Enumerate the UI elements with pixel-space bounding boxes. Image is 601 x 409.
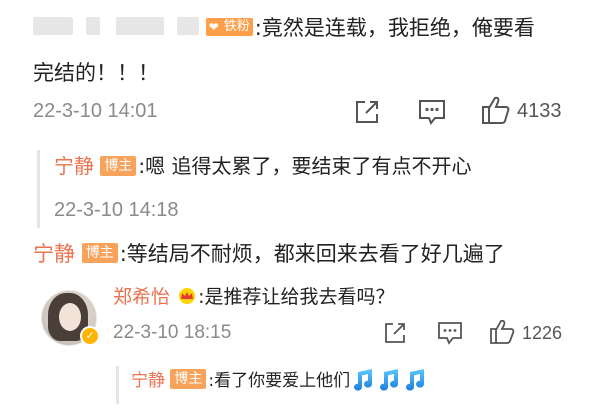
share-icon[interactable] bbox=[382, 320, 408, 346]
reply-author[interactable]: 宁静 bbox=[33, 242, 75, 266]
blogger-badge: 博主 bbox=[170, 369, 207, 389]
reply-2: 宁静 博主:等结局不耐烦，都来回来去看了好几遍了 bbox=[33, 238, 505, 270]
reply-quote-bar bbox=[37, 150, 40, 228]
subcomment-text: :是推荐让给我去看吗？ bbox=[198, 286, 395, 308]
music-note-icon bbox=[406, 369, 425, 391]
reply-text: :等结局不耐烦，都来回来去看了好几遍了 bbox=[119, 242, 505, 266]
share-icon[interactable] bbox=[352, 97, 382, 127]
reply-1-timestamp: 22-3-10 14:18 bbox=[54, 199, 179, 221]
blurred-username[interactable] bbox=[33, 16, 206, 40]
subcomment-timestamp: 22-3-10 18:15 bbox=[113, 322, 232, 343]
comment-timestamp: 22-3-10 14:01 bbox=[33, 100, 158, 122]
subcomment-like-count: 1226 bbox=[522, 323, 563, 343]
comment-text: :竟然是连载，我拒绝，俺要看 bbox=[254, 16, 535, 40]
reply-1: 宁静 博主:嗯 追得太累了，要结束了有点不开心 bbox=[54, 150, 471, 182]
crown-icon bbox=[179, 287, 196, 304]
reply-text: :嗯 追得太累了，要结束了有点不开心 bbox=[138, 154, 472, 178]
subcomment-author[interactable]: 郑希怡 bbox=[113, 286, 170, 308]
like-icon[interactable] bbox=[480, 94, 510, 126]
subreply-text: :看了你要爱上他们 bbox=[208, 371, 351, 391]
verified-icon: ✓ bbox=[80, 326, 100, 346]
blogger-badge: 博主 bbox=[100, 155, 137, 176]
blogger-badge: 博主 bbox=[81, 243, 118, 263]
like-icon[interactable] bbox=[489, 318, 515, 346]
fan-badge: ❤ 铁粉 bbox=[205, 18, 253, 36]
comment-icon[interactable] bbox=[417, 98, 447, 126]
subreply-author[interactable]: 宁静 bbox=[131, 371, 165, 391]
comment-icon[interactable] bbox=[437, 321, 463, 345]
subreply-quote-bar bbox=[116, 366, 119, 404]
comment-line-2: 完结的！！！ bbox=[33, 61, 159, 85]
music-emoji-group bbox=[350, 369, 428, 391]
music-note-icon bbox=[380, 369, 399, 391]
reply-author[interactable]: 宁静 bbox=[54, 154, 94, 178]
subreply: 宁静 博主:看了你要爱上他们 bbox=[131, 367, 428, 395]
like-count: 4133 bbox=[517, 100, 562, 122]
subcomment: 郑希怡 :是推荐让给我去看吗？ bbox=[113, 283, 394, 311]
music-note-icon bbox=[354, 369, 373, 391]
comment-line-1: ❤ 铁粉:竟然是连载，我拒绝，俺要看 bbox=[33, 12, 535, 44]
heart-icon: ❤ bbox=[208, 20, 219, 34]
